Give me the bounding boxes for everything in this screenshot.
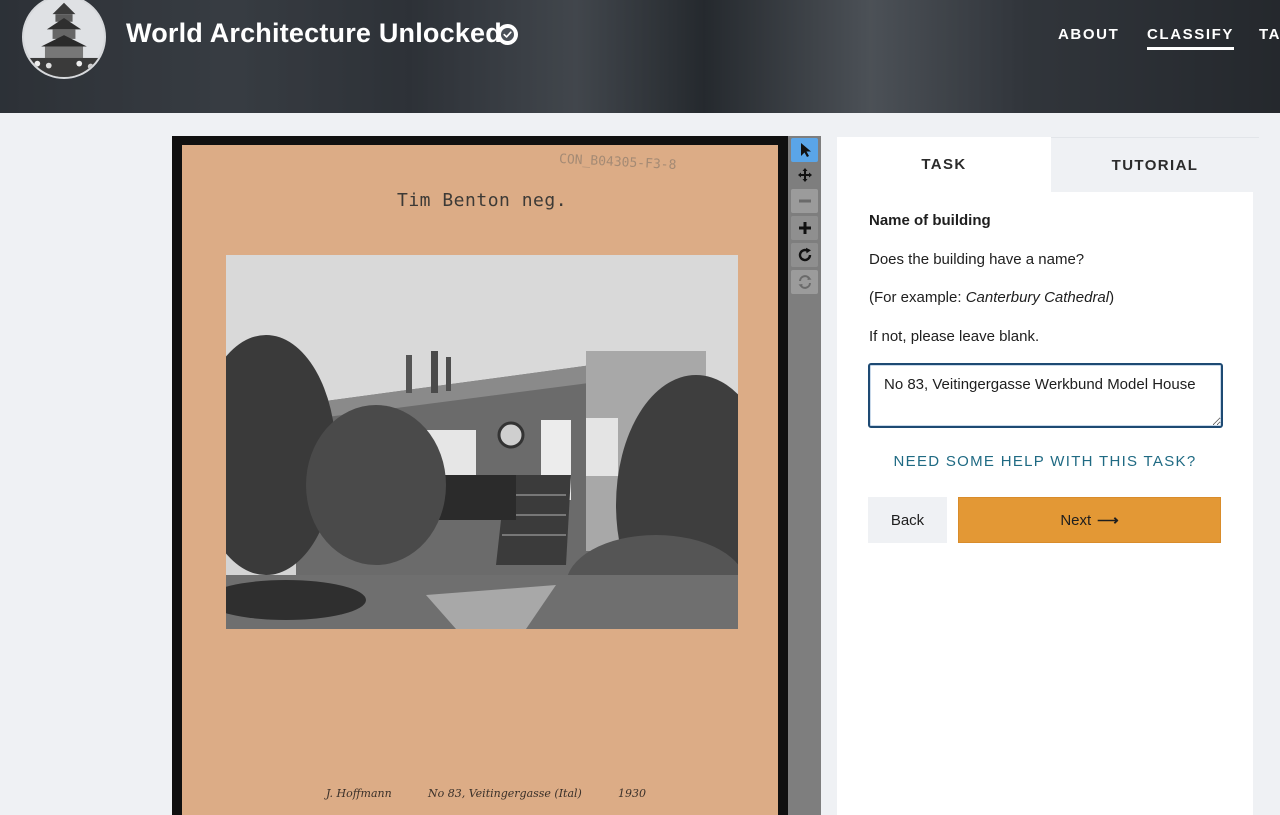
move-icon[interactable] [791, 163, 818, 187]
card-caption: Tim Benton neg. [397, 190, 568, 211]
question-example: (For example: Canterbury Cathedral) [869, 289, 1114, 306]
help-link[interactable]: NEED SOME HELP WITH THIS TASK? [869, 453, 1221, 470]
pointer-icon[interactable] [791, 138, 818, 162]
zoom-out-icon[interactable] [791, 189, 818, 213]
building-name-input[interactable]: No 83, Veitingergasse Werkbund Model Hou… [868, 363, 1223, 428]
task-panel: TASK TUTORIAL Name of building Does the … [837, 137, 1259, 815]
nav-classify[interactable]: CLASSIFY [1147, 26, 1234, 50]
zoom-in-icon[interactable] [791, 216, 818, 240]
card-reference-id: CON_B04305-F3-8 [558, 151, 677, 174]
verified-badge-icon [497, 24, 518, 45]
question-title: Name of building [869, 212, 991, 229]
project-avatar[interactable] [22, 0, 106, 79]
example-building-name: Canterbury Cathedral [965, 289, 1110, 306]
handwritten-architect: J. Hoffmann [326, 787, 392, 800]
subject-viewer[interactable]: CON_B04305-F3-8 Tim Benton neg. J. Hoffm… [172, 136, 788, 815]
archive-card: CON_B04305-F3-8 Tim Benton neg. J. Hoffm… [182, 145, 778, 815]
example-suffix: ) [1109, 289, 1115, 306]
nav-about[interactable]: ABOUT [1058, 26, 1119, 43]
site-header: World Architecture Unlocked ABOUT CLASSI… [0, 0, 1280, 113]
tab-tutorial[interactable]: TUTORIAL [1051, 137, 1259, 192]
nav-talk[interactable]: TA [1259, 26, 1280, 43]
handwritten-year: 1930 [618, 787, 646, 800]
example-prefix: (For example: [869, 289, 966, 306]
question-instruction: If not, please leave blank. [869, 328, 1040, 345]
building-photograph [226, 255, 738, 629]
handwritten-address: No 83, Veitingergasse (Ital) [428, 787, 582, 800]
project-title[interactable]: World Architecture Unlocked [126, 18, 502, 49]
next-label: Next [1060, 511, 1092, 529]
arrow-right-icon: ⟶ [1097, 512, 1119, 529]
pagoda-image [24, 0, 104, 77]
viewer-toolbar [788, 136, 821, 815]
rotate-icon[interactable] [791, 243, 818, 267]
tab-task[interactable]: TASK [837, 137, 1051, 192]
next-button[interactable]: Next ⟶ [958, 497, 1221, 543]
reset-icon[interactable] [791, 270, 818, 294]
back-button[interactable]: Back [868, 497, 947, 543]
question-text: Does the building have a name? [869, 251, 1085, 268]
